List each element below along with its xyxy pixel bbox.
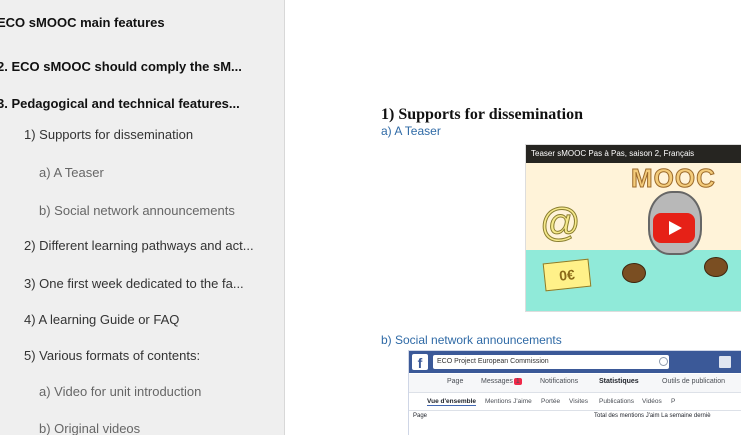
menu-item-outils-publication[interactable]: Outils de publication (662, 378, 725, 385)
user-avatar-icon (719, 356, 731, 368)
acorn-icon (622, 263, 646, 283)
video-mooc-text: MOOC (631, 163, 716, 194)
tab-more[interactable]: P (671, 398, 675, 405)
table-of-contents-sidebar: ECO sMOOC main features 2. ECO sMOOC sho… (0, 0, 285, 435)
row-summary: Total des mentions J'aim La semaine dern… (594, 413, 711, 419)
video-title[interactable]: Teaser sMOOC Pas à Pas, saison 2, França… (526, 145, 741, 163)
messages-badge: 1 (513, 378, 522, 385)
tab-portee[interactable]: Portée (541, 398, 560, 405)
toc-item-original-videos[interactable]: b) Original videos (39, 421, 140, 435)
teaser-subheading: a) A Teaser (381, 124, 441, 138)
toc-item-main-features[interactable]: ECO sMOOC main features (0, 15, 165, 30)
teaser-video-player[interactable]: Teaser sMOOC Pas à Pas, saison 2, França… (525, 144, 741, 312)
acorn-icon (704, 257, 728, 277)
facebook-stats-tabs: Vue d'ensemble Mentions J'aime Portée Vi… (409, 394, 741, 411)
toc-item-social-network[interactable]: b) Social network announcements (39, 203, 235, 218)
video-price-tag: 0€ (542, 258, 592, 292)
tab-vue-ensemble[interactable]: Vue d'ensemble (427, 398, 476, 406)
menu-item-messages[interactable]: Messages 1 (481, 378, 522, 385)
toc-item-various-formats[interactable]: 5) Various formats of contents: (24, 348, 200, 363)
toc-item-learning-pathways[interactable]: 2) Different learning pathways and act..… (24, 238, 254, 253)
search-icon (659, 357, 668, 366)
social-network-subheading: b) Social network announcements (381, 333, 562, 347)
facebook-logo-icon: f (412, 354, 428, 371)
toc-item-teaser[interactable]: a) A Teaser (39, 165, 104, 180)
tab-videos[interactable]: Vidéos (642, 398, 662, 405)
menu-item-page[interactable]: Page (447, 378, 463, 385)
tab-publications[interactable]: Publications (599, 398, 634, 405)
toc-item-learning-guide[interactable]: 4) A learning Guide or FAQ (24, 312, 179, 327)
play-button-icon[interactable] (653, 213, 695, 243)
toc-item-video-unit-intro[interactable]: a) Video for unit introduction (39, 384, 201, 399)
toc-item-comply[interactable]: 2. ECO sMOOC should comply the sM... (0, 59, 242, 74)
video-at-sign: @ (540, 201, 582, 246)
facebook-top-bar: f ECO Project European Commission (409, 351, 741, 373)
menu-item-notifications[interactable]: Notifications (540, 378, 578, 385)
section-heading: 1) Supports for dissemination (381, 106, 583, 123)
tab-visites[interactable]: Visites (569, 398, 588, 405)
toc-item-supports-dissemination[interactable]: 1) Supports for dissemination (24, 127, 193, 142)
tab-mentions-jaime[interactable]: Mentions J'aime (485, 398, 532, 405)
row-label: Page (413, 413, 428, 419)
facebook-search-input[interactable]: ECO Project European Commission (433, 355, 669, 369)
menu-item-statistiques[interactable]: Statistiques (599, 378, 639, 385)
main-content: 1) Supports for dissemination a) A Tease… (285, 0, 741, 435)
facebook-page-menu: Page Messages 1 Notifications Statistique… (409, 374, 741, 393)
toc-item-first-week[interactable]: 3) One first week dedicated to the fa... (24, 276, 244, 291)
menu-item-messages-label: Messages (481, 378, 513, 385)
toc-item-pedagogical-features[interactable]: 3. Pedagogical and technical features... (0, 96, 240, 111)
facebook-page-screenshot: f ECO Project European Commission Page M… (408, 350, 741, 435)
